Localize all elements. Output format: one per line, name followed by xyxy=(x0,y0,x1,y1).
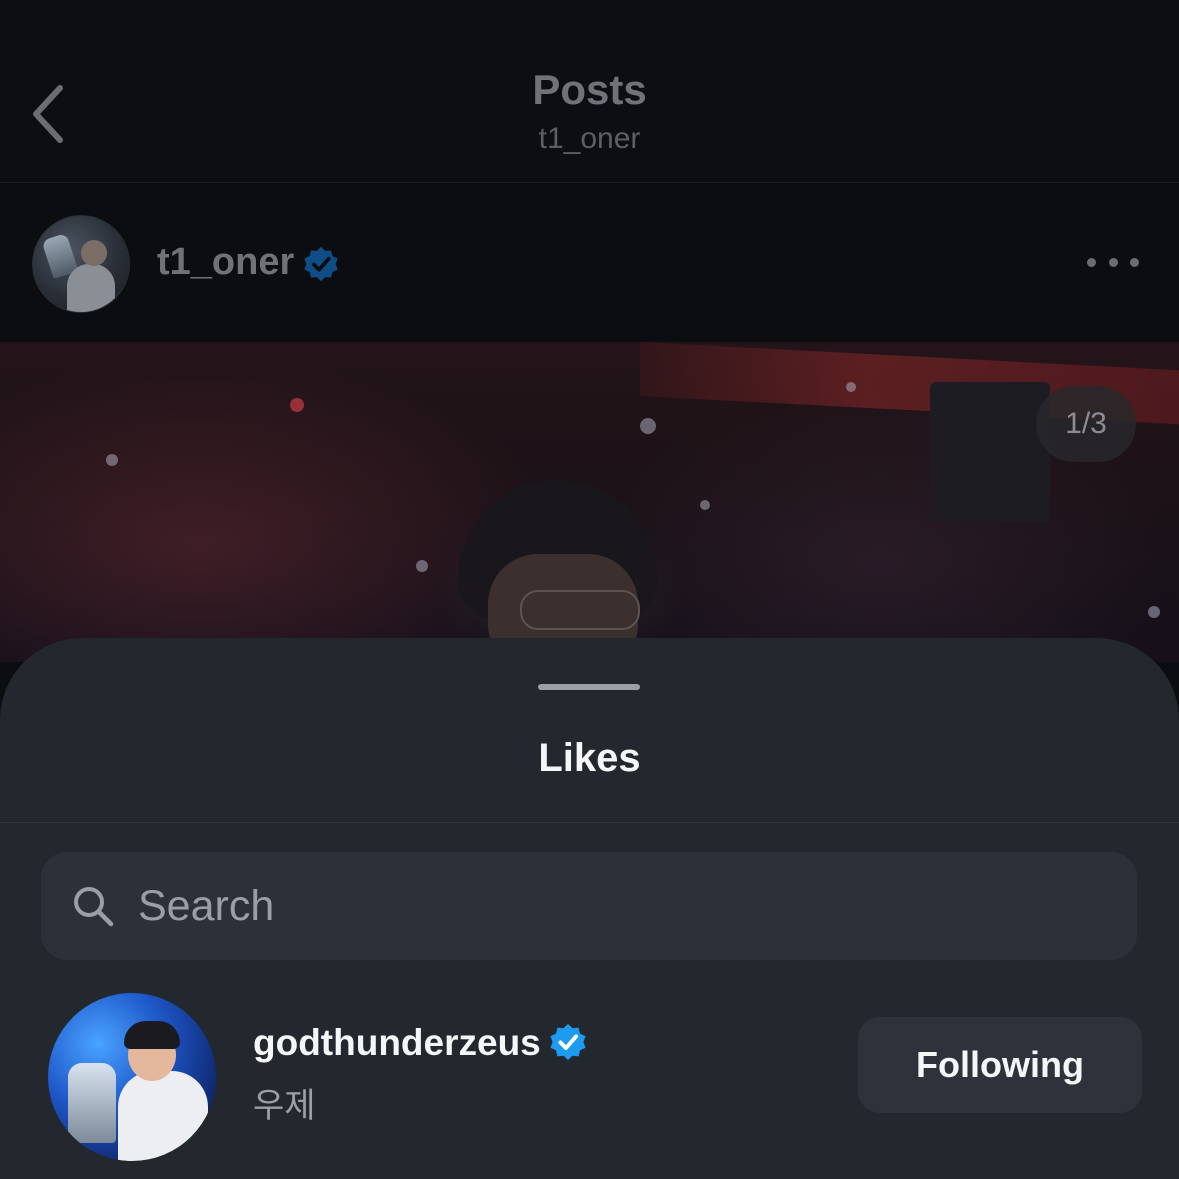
user-username[interactable]: godthunderzeus xyxy=(253,1022,541,1064)
avatar[interactable] xyxy=(48,993,216,1161)
following-button[interactable]: Following xyxy=(858,1017,1142,1113)
search-placeholder: Search xyxy=(138,882,275,930)
app-root: Posts t1_oner t1_oner 1/3 Likes Search g… xyxy=(0,0,1179,1179)
more-horizontal-icon xyxy=(1087,257,1096,267)
post-photo[interactable]: 1/3 xyxy=(0,342,1179,662)
verified-icon xyxy=(304,246,338,282)
sheet-drag-handle[interactable] xyxy=(538,684,640,690)
page-subtitle: t1_oner xyxy=(538,122,641,155)
post-header: t1_oner xyxy=(0,183,1179,341)
sheet-title: Likes xyxy=(538,736,641,780)
more-options-button[interactable] xyxy=(1087,249,1139,275)
author-avatar[interactable] xyxy=(32,215,130,313)
divider xyxy=(0,822,1179,823)
nav-bar: Posts t1_oner xyxy=(0,0,1179,183)
author-username[interactable]: t1_oner xyxy=(157,241,294,284)
page-indicator: 1/3 xyxy=(1036,386,1136,462)
search-icon xyxy=(74,887,114,927)
list-item[interactable]: godthunderzeus 우제 Following xyxy=(0,988,1179,1168)
likes-sheet: Likes Search godthunderzeus 우제 Following xyxy=(0,638,1179,1179)
user-display-name: 우제 xyxy=(253,1087,316,1125)
page-title: Posts xyxy=(532,66,647,113)
search-input[interactable]: Search xyxy=(41,852,1137,960)
verified-icon xyxy=(550,1024,586,1060)
